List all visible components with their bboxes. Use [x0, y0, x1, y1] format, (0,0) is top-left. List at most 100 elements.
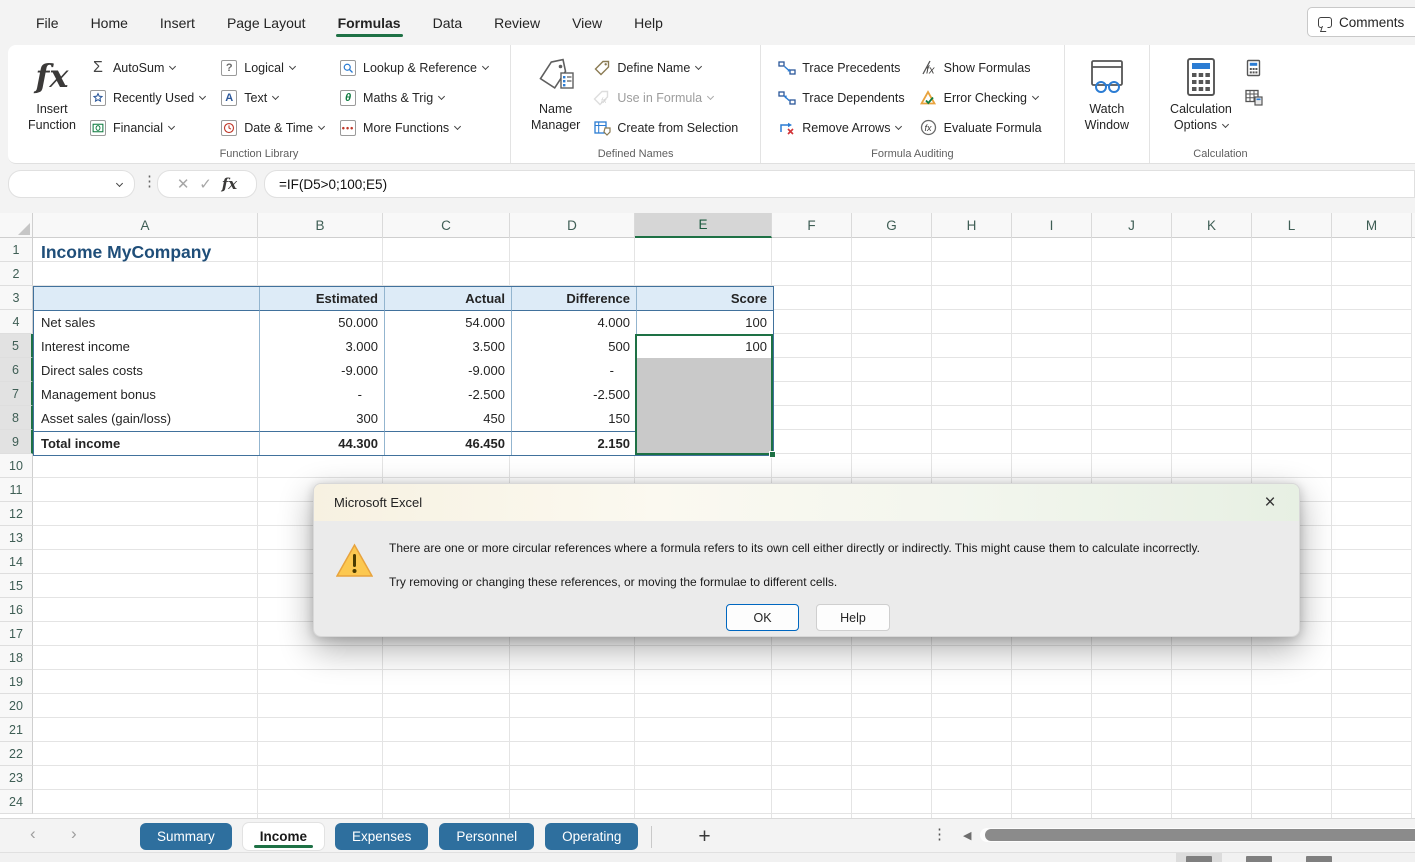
row-header-6[interactable]: 6 — [0, 358, 33, 382]
sheet-tab-operating[interactable]: Operating — [545, 823, 638, 850]
view-normal-icon[interactable] — [1186, 856, 1212, 862]
name-manager-button[interactable]: NameManager — [531, 53, 580, 134]
column-header-f[interactable]: F — [772, 213, 852, 238]
row-header-16[interactable]: 16 — [0, 598, 33, 622]
table-cell[interactable]: 100 — [636, 311, 773, 335]
recently-used-button[interactable]: Recently Used — [88, 85, 205, 110]
table-cell[interactable]: Net sales — [34, 311, 259, 335]
date-time-button[interactable]: Date & Time — [219, 115, 324, 140]
table-cell[interactable]: Total income — [34, 431, 259, 455]
menu-tab-file[interactable]: File — [24, 5, 71, 41]
table-cell[interactable]: 4.000 — [511, 311, 636, 335]
row-header-7[interactable]: 7 — [0, 382, 33, 406]
selection-e5-e9[interactable] — [635, 334, 773, 455]
row-header-9[interactable]: 9 — [0, 430, 33, 454]
row-header-14[interactable]: 14 — [0, 550, 33, 574]
calculate-now-button[interactable] — [1244, 55, 1269, 80]
menu-tab-page-layout[interactable]: Page Layout — [215, 5, 318, 41]
error-checking-button[interactable]: Error Checking — [919, 85, 1042, 110]
row-header-15[interactable]: 15 — [0, 574, 33, 598]
horizontal-scrollbar-thumb[interactable] — [985, 829, 1415, 841]
comments-button[interactable]: Comments — [1307, 7, 1415, 37]
hscroll-left-arrow-icon[interactable]: ◀ — [963, 829, 971, 842]
column-header-h[interactable]: H — [932, 213, 1012, 238]
table-cell[interactable]: -2.500 — [511, 383, 636, 407]
row-header-3[interactable]: 3 — [0, 286, 33, 310]
row-header-17[interactable]: 17 — [0, 622, 33, 646]
table-cell[interactable]: 54.000 — [384, 311, 511, 335]
row-header-2[interactable]: 2 — [0, 262, 33, 286]
menu-tab-data[interactable]: Data — [421, 5, 475, 41]
ok-button[interactable]: OK — [726, 604, 799, 631]
view-page-break-icon[interactable] — [1306, 856, 1332, 862]
tab-bar-menu-icon[interactable]: ⋮ — [932, 825, 947, 843]
sheet-tab-income[interactable]: Income — [243, 823, 324, 850]
column-header-e[interactable]: E — [635, 213, 772, 238]
column-header-m[interactable]: M — [1332, 213, 1412, 238]
menu-tab-formulas[interactable]: Formulas — [326, 5, 413, 41]
menu-tab-insert[interactable]: Insert — [148, 5, 207, 41]
trace-dependents-button[interactable]: Trace Dependents — [777, 85, 904, 110]
add-sheet-button[interactable]: + — [698, 825, 710, 849]
table-cell[interactable]: 150 — [511, 407, 636, 431]
fill-handle[interactable] — [769, 451, 776, 458]
table-header-cell[interactable]: Estimated — [259, 287, 384, 311]
row-header-12[interactable]: 12 — [0, 502, 33, 526]
menu-tab-review[interactable]: Review — [482, 5, 552, 41]
select-all-corner[interactable] — [0, 213, 33, 238]
row-header-18[interactable]: 18 — [0, 646, 33, 670]
table-cell[interactable]: 46.450 — [384, 431, 511, 455]
calculation-options-button[interactable]: CalculationOptions — [1170, 53, 1232, 134]
evaluate-formula-button[interactable]: fxEvaluate Formula — [919, 115, 1042, 140]
column-header-a[interactable]: A — [33, 213, 258, 238]
name-box[interactable] — [8, 170, 135, 198]
sheet-tab-personnel[interactable]: Personnel — [439, 823, 534, 850]
sheet-tab-summary[interactable]: Summary — [140, 823, 232, 850]
table-header-cell[interactable]: Score — [636, 287, 773, 311]
sheet-tab-expenses[interactable]: Expenses — [335, 823, 428, 850]
table-cell[interactable]: -9.000 — [259, 359, 384, 383]
row-header-5[interactable]: 5 — [0, 334, 33, 358]
table-cell[interactable]: -2.500 — [384, 383, 511, 407]
column-header-d[interactable]: D — [510, 213, 635, 238]
column-header-i[interactable]: I — [1012, 213, 1092, 238]
column-header-b[interactable]: B — [258, 213, 383, 238]
menu-tab-help[interactable]: Help — [622, 5, 675, 41]
watch-window-button[interactable]: WatchWindow — [1085, 53, 1129, 134]
table-header-cell[interactable]: Actual — [384, 287, 511, 311]
show-formulas-button[interactable]: fxShow Formulas — [919, 55, 1042, 80]
calculate-sheet-button[interactable] — [1244, 85, 1269, 110]
table-header-cell[interactable]: Difference — [511, 287, 636, 311]
column-header-g[interactable]: G — [852, 213, 932, 238]
row-header-24[interactable]: 24 — [0, 790, 33, 814]
column-header-l[interactable]: L — [1252, 213, 1332, 238]
row-header-11[interactable]: 11 — [0, 478, 33, 502]
use-in-formula-button[interactable]: fxUse in Formula — [592, 85, 738, 110]
lookup-reference-button[interactable]: Lookup & Reference — [338, 55, 488, 80]
formula-bar-options-icon[interactable]: ⋮ — [142, 172, 157, 190]
row-header-22[interactable]: 22 — [0, 742, 33, 766]
create-from-selection-button[interactable]: Create from Selection — [592, 115, 738, 140]
row-header-19[interactable]: 19 — [0, 670, 33, 694]
row-header-20[interactable]: 20 — [0, 694, 33, 718]
trace-precedents-button[interactable]: Trace Precedents — [777, 55, 904, 80]
table-cell[interactable]: - — [259, 383, 384, 407]
define-name-button[interactable]: Define Name — [592, 55, 738, 80]
horizontal-scrollbar[interactable] — [980, 828, 1415, 842]
tab-scroll-right-icon[interactable]: › — [71, 824, 77, 844]
insert-function-button[interactable]: fxInsertFunction — [28, 53, 76, 134]
logical-button[interactable]: ?Logical — [219, 55, 324, 80]
financial-button[interactable]: Financial — [88, 115, 205, 140]
table-header-cell[interactable] — [34, 287, 259, 311]
cancel-entry-icon[interactable]: ✕ — [177, 175, 190, 193]
row-header-23[interactable]: 23 — [0, 766, 33, 790]
close-icon[interactable]: × — [1257, 491, 1283, 515]
table-cell[interactable]: 50.000 — [259, 311, 384, 335]
menu-tab-home[interactable]: Home — [79, 5, 140, 41]
text-button[interactable]: AText — [219, 85, 324, 110]
insert-function-icon[interactable]: fx — [222, 175, 237, 193]
table-cell[interactable]: 450 — [384, 407, 511, 431]
help-button[interactable]: Help — [816, 604, 890, 631]
table-cell[interactable]: 2.150 — [511, 431, 636, 455]
row-header-4[interactable]: 4 — [0, 310, 33, 334]
